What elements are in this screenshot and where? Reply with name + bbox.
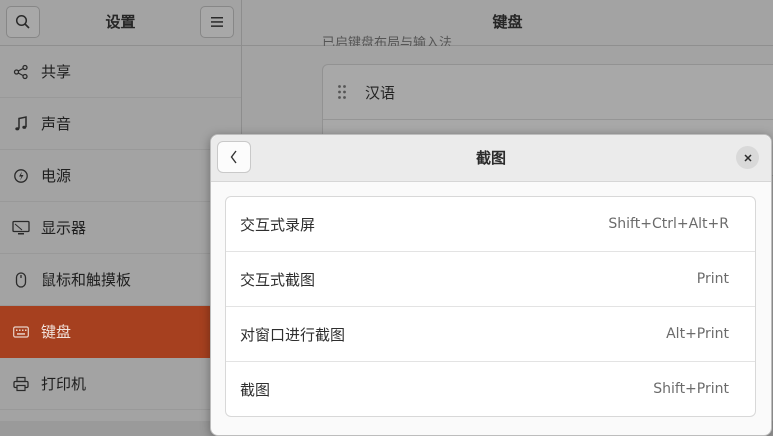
shortcut-row[interactable]: 交互式录屏 Shift+Ctrl+Alt+R <box>226 197 755 252</box>
input-source-label: 汉语 <box>365 83 396 102</box>
mouse-icon <box>12 271 30 289</box>
shortcut-accel: Alt+Print <box>666 326 729 342</box>
drag-handle-icon[interactable] <box>337 84 351 100</box>
shortcut-row[interactable]: 对窗口进行截图 Alt+Print <box>226 307 755 362</box>
shortcut-label: 交互式录屏 <box>240 215 316 234</box>
sidebar-item-power[interactable]: 电源 <box>0 150 241 202</box>
hamburger-menu-icon <box>211 17 223 27</box>
input-source-row[interactable]: 汉语 <box>323 65 773 120</box>
shortcut-label: 截图 <box>240 380 271 399</box>
sidebar-item-displays[interactable]: 显示器 <box>0 202 241 254</box>
sidebar-item-label: 打印机 <box>41 375 87 393</box>
shortcut-label: 交互式截图 <box>240 270 316 289</box>
sidebar-item-mouse[interactable]: 鼠标和触摸板 <box>0 254 241 306</box>
sidebar-item-label: 键盘 <box>41 323 72 341</box>
close-button[interactable] <box>736 146 759 169</box>
sidebar-item-label: 声音 <box>41 115 72 133</box>
music-note-icon <box>12 115 30 133</box>
sidebar-item-label: 共享 <box>41 63 72 81</box>
printer-icon <box>12 375 30 393</box>
sidebar-list: 共享 声音 电源 显示器 鼠标和触摸板 键盘 打印机 <box>0 46 241 410</box>
shortcut-row[interactable]: 交互式截图 Print <box>226 252 755 307</box>
share-icon <box>12 63 30 81</box>
sidebar-item-label: 显示器 <box>41 219 87 237</box>
dialog-header: 截图 <box>211 135 771 182</box>
shortcut-label: 对窗口进行截图 <box>240 325 346 344</box>
shortcuts-dialog: 截图 交互式录屏 Shift+Ctrl+Alt+R 交互式截图 Print 对窗… <box>210 134 772 436</box>
display-icon <box>12 219 30 237</box>
sidebar-item-printers[interactable]: 打印机 <box>0 358 241 410</box>
shortcut-row[interactable]: 截图 Shift+Print <box>226 362 755 416</box>
close-icon <box>743 153 752 162</box>
shortcut-list: 交互式录屏 Shift+Ctrl+Alt+R 交互式截图 Print 对窗口进行… <box>225 196 756 417</box>
shortcut-accel: Shift+Ctrl+Alt+R <box>608 216 729 232</box>
sidebar: 设置 共享 声音 电源 显示器 鼠标和触摸板 键盘 打印机 <box>0 0 242 421</box>
power-icon <box>12 167 30 185</box>
shortcut-accel: Shift+Print <box>653 381 729 397</box>
section-description: 已启键盘布局与输入法 <box>322 36 453 46</box>
keyboard-icon <box>12 323 30 341</box>
sidebar-item-label: 电源 <box>41 167 72 185</box>
sidebar-item-label: 鼠标和触摸板 <box>41 271 132 289</box>
dialog-title: 截图 <box>475 149 506 167</box>
sidebar-item-sharing[interactable]: 共享 <box>0 46 241 98</box>
sidebar-header: 设置 <box>0 0 241 46</box>
sidebar-item-keyboard[interactable]: 键盘 <box>0 306 241 358</box>
menu-button[interactable] <box>200 6 234 38</box>
shortcut-accel: Print <box>696 271 729 287</box>
sidebar-item-sound[interactable]: 声音 <box>0 98 241 150</box>
